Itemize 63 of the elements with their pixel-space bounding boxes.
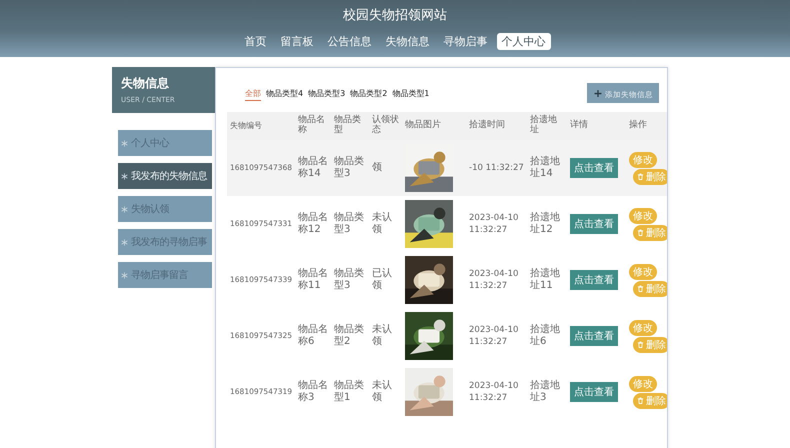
- trash-icon: [637, 397, 644, 404]
- table-cell: 拾遗地址3: [530, 380, 560, 403]
- column-header: 物品类型: [331, 112, 369, 140]
- column-header: 物品名称: [295, 112, 331, 140]
- table-cell: 物品类型3: [334, 156, 364, 179]
- filter-tab[interactable]: 物品类型2: [350, 88, 388, 100]
- snowflake-icon: [121, 238, 128, 246]
- table-cell: 领: [372, 162, 382, 173]
- site-title: 校园失物招领网站: [343, 7, 447, 24]
- nav-link[interactable]: 个人中心: [496, 33, 550, 50]
- table-cell: 拾遗地址11: [530, 268, 560, 291]
- nav-link[interactable]: 失物信息: [380, 33, 434, 50]
- table-cell: 未认领: [372, 212, 392, 235]
- snowflake-icon: [121, 272, 128, 278]
- view-button[interactable]: 点击查看: [570, 158, 618, 178]
- column-header: 详情: [567, 112, 626, 140]
- filter-tab[interactable]: 全部: [245, 88, 261, 100]
- view-button[interactable]: 点击查看: [570, 214, 618, 234]
- filter-tab[interactable]: 物品类型3: [308, 88, 346, 100]
- trash-icon: [637, 341, 644, 348]
- view-button[interactable]: 点击查看: [570, 326, 618, 346]
- filter-tab[interactable]: 物品类型4: [266, 88, 304, 100]
- table-cell: 物品名称3: [298, 380, 328, 403]
- column-header: 操作: [626, 112, 667, 140]
- sidebar-item[interactable]: 我发布的失物信息: [118, 163, 212, 189]
- table-cell: 2023-04-10 11:32:27: [469, 268, 518, 291]
- table-cell: 未认领: [372, 380, 392, 403]
- column-header: 失物编号: [227, 112, 295, 140]
- table-cell: -10 11:32:27: [469, 162, 524, 173]
- filter-tab[interactable]: 物品类型1: [392, 88, 430, 100]
- column-header: 拾遗时间: [466, 112, 527, 140]
- table-cell: 拾遗地址14: [530, 156, 560, 179]
- nav-link[interactable]: 留言板: [276, 33, 318, 50]
- column-header: 认领状态: [369, 112, 402, 140]
- table-cell: 未认领: [372, 324, 392, 347]
- table-cell: 物品类型1: [334, 380, 364, 403]
- snowflake-icon: [121, 172, 128, 180]
- table-cell: 2023-04-10 11:32:27: [469, 324, 518, 347]
- table-cell: 物品名称6: [298, 324, 328, 347]
- column-header: 物品图片: [402, 112, 466, 140]
- trash-icon: [637, 285, 644, 292]
- view-button[interactable]: 点击查看: [570, 382, 618, 402]
- nav-link[interactable]: 寻物启事: [438, 33, 492, 50]
- table-cell: 物品类型3: [334, 212, 364, 235]
- view-button[interactable]: 点击查看: [570, 270, 618, 290]
- trash-icon: [637, 173, 644, 180]
- trash-icon: [637, 229, 644, 236]
- table-cell: 2023-04-10 11:32:27: [469, 380, 518, 403]
- snowflake-icon: [121, 140, 128, 146]
- table-cell: 2023-04-10 11:32:27: [469, 212, 518, 235]
- table-cell: 物品名称14: [298, 156, 328, 179]
- nav-link[interactable]: 公告信息: [322, 33, 376, 50]
- snowflake-icon: [121, 206, 128, 212]
- table-cell: 物品类型3: [334, 268, 364, 291]
- table-cell: 拾遗地址12: [530, 212, 560, 235]
- nav-link[interactable]: 首页: [240, 33, 272, 50]
- table-cell: 物品类型2: [334, 324, 364, 347]
- table-cell: 物品名称11: [298, 268, 328, 291]
- table-cell: 拾遗地址6: [530, 324, 560, 347]
- table-cell: 物品名称12: [298, 212, 328, 235]
- table-cell: 已认领: [372, 268, 392, 291]
- sidebar-title: 失物信息: [121, 75, 170, 92]
- column-header: 拾遗地址: [527, 112, 567, 140]
